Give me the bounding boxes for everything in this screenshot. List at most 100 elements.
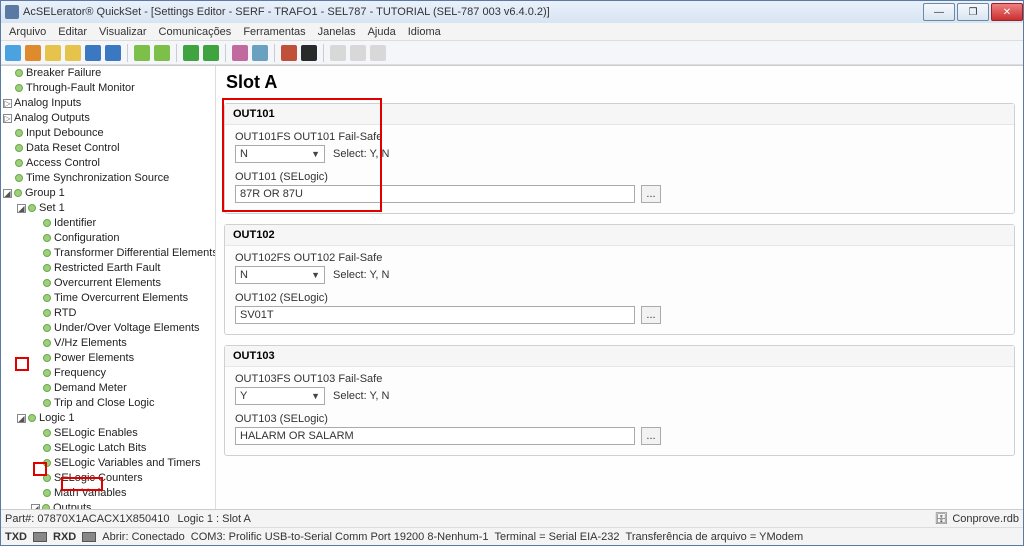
out102-eq-builder-button[interactable]: ... <box>641 306 661 324</box>
tree-math-vars[interactable]: Math Variables <box>54 487 127 499</box>
menubar: Arquivo Editar Visualizar Comunicações F… <box>1 23 1023 41</box>
tree-selogic-enables[interactable]: SELogic Enables <box>54 427 138 439</box>
out103-eq-label: OUT103 (SELogic) <box>235 413 1004 425</box>
out103fs-label: OUT103FS OUT103 Fail-Safe <box>235 373 1004 385</box>
tool-save-icon[interactable] <box>85 45 101 61</box>
tree-time-overcurrent[interactable]: Time Overcurrent Elements <box>54 292 188 304</box>
tree-frequency[interactable]: Frequency <box>54 367 106 379</box>
tree-selogic-vars[interactable]: SELogic Variables and Timers <box>54 457 201 469</box>
tool-open-icon[interactable] <box>45 45 61 61</box>
menu-comunicacoes[interactable]: Comunicações <box>153 26 238 38</box>
close-button[interactable]: ✕ <box>991 3 1023 21</box>
out102-eq-input[interactable]: SV01T <box>235 306 635 324</box>
collapse-icon[interactable]: ◢ <box>17 204 26 213</box>
out101-eq-label: OUT101 (SELogic) <box>235 171 1004 183</box>
titlebar: AcSELerator® QuickSet - [Settings Editor… <box>1 1 1023 23</box>
tool-refresh-icon[interactable] <box>5 45 21 61</box>
collapse-icon[interactable]: ◢ <box>17 414 26 423</box>
tool-new-icon[interactable] <box>25 45 41 61</box>
tree-set1[interactable]: Set 1 <box>39 202 65 214</box>
out103fs-select[interactable]: Y▼ <box>235 387 325 405</box>
tree-time-sync[interactable]: Time Synchronization Source <box>26 172 169 184</box>
out102fs-select[interactable]: N▼ <box>235 266 325 284</box>
minimize-button[interactable]: — <box>923 3 955 21</box>
tree-access-control[interactable]: Access Control <box>26 157 100 169</box>
tree-trip-close[interactable]: Trip and Close Logic <box>54 397 154 409</box>
menu-ajuda[interactable]: Ajuda <box>362 26 402 38</box>
tree-analog-outputs[interactable]: Analog Outputs <box>14 112 90 124</box>
content-pane: Slot A OUT101 OUT101FS OUT101 Fail-Safe … <box>216 66 1023 509</box>
settings-tree[interactable]: Breaker Failure Through-Fault Monitor ▷A… <box>1 66 216 509</box>
tree-through-fault[interactable]: Through-Fault Monitor <box>26 82 135 94</box>
tool-import-icon[interactable] <box>134 45 150 61</box>
status-logic: Logic 1 : Slot A <box>178 513 251 525</box>
tool-disabled2-icon <box>350 45 366 61</box>
database-icon: 🗄 <box>934 512 948 525</box>
menu-idioma[interactable]: Idioma <box>402 26 447 38</box>
rxd-led-icon <box>82 532 96 542</box>
out103-eq-input[interactable]: HALARM OR SALARM <box>235 427 635 445</box>
menu-janelas[interactable]: Janelas <box>312 26 362 38</box>
tree-breaker-failure[interactable]: Breaker Failure <box>26 67 101 79</box>
tree-xfmr-diff[interactable]: Transformer Differential Elements <box>54 247 216 259</box>
chevron-down-icon: ▼ <box>311 270 320 280</box>
collapse-icon[interactable]: ◢ <box>3 189 12 198</box>
tree-power[interactable]: Power Elements <box>54 352 134 364</box>
out102-eq-label: OUT102 (SELogic) <box>235 292 1004 304</box>
tree-group1[interactable]: Group 1 <box>25 187 65 199</box>
tree-identifier[interactable]: Identifier <box>54 217 96 229</box>
tree-selogic-latch[interactable]: SELogic Latch Bits <box>54 442 146 454</box>
maximize-button[interactable]: ❐ <box>957 3 989 21</box>
status-file: Conprove.rdb <box>952 513 1019 525</box>
tool-disabled1-icon <box>330 45 346 61</box>
tool-relay-icon[interactable] <box>252 45 268 61</box>
group-out103: OUT103 OUT103FS OUT103 Fail-Safe Y▼ Sele… <box>224 345 1015 456</box>
out103fs-hint: Select: Y, N <box>333 390 389 402</box>
collapse-icon[interactable]: ◢ <box>31 504 40 509</box>
out103-eq-builder-button[interactable]: ... <box>641 427 661 445</box>
menu-arquivo[interactable]: Arquivo <box>3 26 52 38</box>
status-rxd-label: RXD <box>53 531 76 543</box>
tree-data-reset[interactable]: Data Reset Control <box>26 142 120 154</box>
expand-icon[interactable]: ▷ <box>3 114 12 123</box>
tool-disabled3-icon <box>370 45 386 61</box>
tree-outputs[interactable]: Outputs <box>53 502 92 509</box>
menu-editar[interactable]: Editar <box>52 26 93 38</box>
tree-demand[interactable]: Demand Meter <box>54 382 127 394</box>
tool-bell-icon[interactable] <box>281 45 297 61</box>
tree-configuration[interactable]: Configuration <box>54 232 119 244</box>
out101fs-select[interactable]: N▼ <box>235 145 325 163</box>
status-part: Part#: 07870X1ACACX1X850410 <box>5 513 170 525</box>
tool-terminal-icon[interactable] <box>301 45 317 61</box>
app-window: AcSELerator® QuickSet - [Settings Editor… <box>0 0 1024 546</box>
tool-copy-icon[interactable] <box>65 45 81 61</box>
page-title: Slot A <box>226 72 1015 93</box>
tree-uv-ov[interactable]: Under/Over Voltage Elements <box>54 322 200 334</box>
app-icon <box>5 5 19 19</box>
status-terminal: Terminal = Serial EIA-232 <box>495 531 620 543</box>
tree-logic1[interactable]: Logic 1 <box>39 412 74 424</box>
tool-export-icon[interactable] <box>154 45 170 61</box>
tree-overcurrent[interactable]: Overcurrent Elements <box>54 277 161 289</box>
txd-led-icon <box>33 532 47 542</box>
out101-eq-builder-button[interactable]: ... <box>641 185 661 203</box>
menu-visualizar[interactable]: Visualizar <box>93 26 153 38</box>
menu-ferramentas[interactable]: Ferramentas <box>237 26 311 38</box>
tree-rtd[interactable]: RTD <box>54 307 76 319</box>
tree-analog-inputs[interactable]: Analog Inputs <box>14 97 81 109</box>
out101-eq-input[interactable]: 87R OR 87U <box>235 185 635 203</box>
out102fs-label: OUT102FS OUT102 Fail-Safe <box>235 252 1004 264</box>
tree-ref[interactable]: Restricted Earth Fault <box>54 262 160 274</box>
tree-vhz[interactable]: V/Hz Elements <box>54 337 127 349</box>
tree-input-debounce[interactable]: Input Debounce <box>26 127 104 139</box>
tool-receive-icon[interactable] <box>203 45 219 61</box>
out101fs-hint: Select: Y, N <box>333 148 389 160</box>
tool-saveall-icon[interactable] <box>105 45 121 61</box>
out102fs-hint: Select: Y, N <box>333 269 389 281</box>
tool-meter-icon[interactable] <box>232 45 248 61</box>
status-port: COM3: Prolific USB-to-Serial Comm Port 1… <box>191 531 489 543</box>
chevron-down-icon: ▼ <box>311 391 320 401</box>
tool-send-icon[interactable] <box>183 45 199 61</box>
expand-icon[interactable]: ▷ <box>3 99 12 108</box>
tree-selogic-counters[interactable]: SELogic Counters <box>54 472 143 484</box>
